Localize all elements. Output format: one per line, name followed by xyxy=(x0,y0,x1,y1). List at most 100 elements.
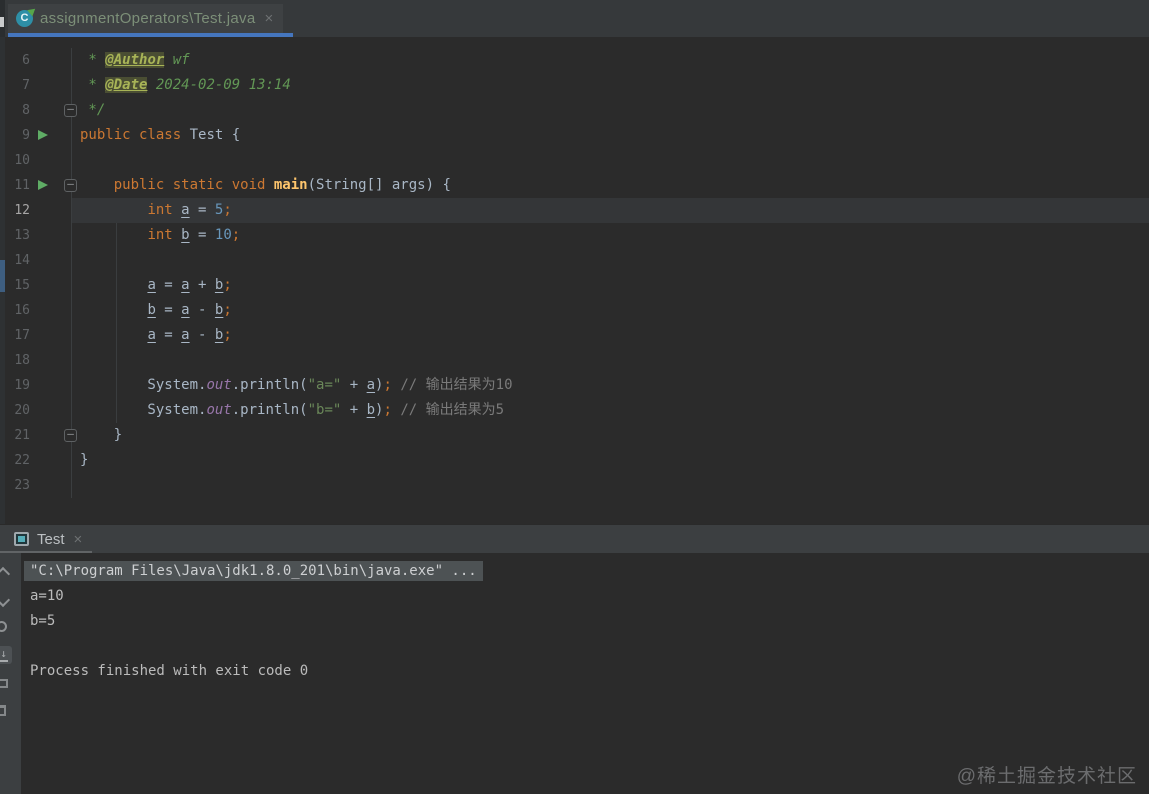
gutter[interactable]: 21 xyxy=(0,423,77,448)
code-text: * @Author wf xyxy=(71,48,1149,73)
line-number[interactable]: 6 xyxy=(0,48,30,73)
line-number[interactable]: 11 xyxy=(0,173,30,198)
run-tab-test[interactable]: Test × xyxy=(6,527,90,551)
token-pln: System. xyxy=(80,377,207,393)
token-pln xyxy=(80,177,114,193)
token-pln: = xyxy=(155,327,182,343)
line-number[interactable]: 15 xyxy=(0,273,30,298)
code-line[interactable]: 17 a = a - b; xyxy=(0,323,1149,348)
code-line[interactable]: 22} xyxy=(0,448,1149,473)
gutter[interactable]: 9 xyxy=(0,123,71,148)
rerun-icon[interactable] xyxy=(0,621,7,632)
line-number[interactable]: 17 xyxy=(0,323,30,348)
code-line[interactable]: 14 xyxy=(0,248,1149,273)
code-line[interactable]: 11 public static void main(String[] args… xyxy=(0,173,1149,198)
code-line[interactable]: 6 * @Author wf xyxy=(0,48,1149,73)
gutter[interactable]: 19 xyxy=(0,373,71,398)
line-number[interactable]: 8 xyxy=(0,98,30,123)
gutter[interactable]: 12 xyxy=(0,198,71,223)
editor-tab[interactable]: C assignmentOperators\Test.java × xyxy=(8,4,284,33)
token-doc: */ xyxy=(80,102,106,118)
gutter[interactable]: 6 xyxy=(0,48,71,73)
code-line[interactable]: 19 System.out.println("a=" + a); // 输出结果… xyxy=(0,373,1149,398)
gutter[interactable]: 15 xyxy=(0,273,71,298)
gutter[interactable]: 14 xyxy=(0,248,71,273)
token-semi: ; xyxy=(383,377,392,393)
down-stack-trace-icon[interactable] xyxy=(0,592,11,608)
token-semi: ; xyxy=(223,277,232,293)
gutter[interactable]: 17 xyxy=(0,323,71,348)
line-number[interactable]: 12 xyxy=(0,198,30,223)
token-semi: ; xyxy=(223,302,232,318)
token-pln xyxy=(265,177,273,193)
code-line[interactable]: 15 a = a + b; xyxy=(0,273,1149,298)
code-line[interactable]: 8 */ xyxy=(0,98,1149,123)
print-icon[interactable] xyxy=(0,679,8,688)
gutter[interactable]: 23 xyxy=(0,473,71,498)
fold-down-icon[interactable] xyxy=(64,179,77,192)
code-line[interactable]: 18 xyxy=(0,348,1149,373)
run-line-icon[interactable] xyxy=(38,180,48,190)
token-doc: 2024-02-09 13:14 xyxy=(147,77,291,93)
line-number[interactable]: 23 xyxy=(0,473,30,498)
token-pln: = xyxy=(155,302,182,318)
close-icon[interactable]: × xyxy=(74,531,83,548)
gutter[interactable]: 20 xyxy=(0,398,71,423)
clear-all-icon[interactable] xyxy=(0,705,6,716)
code-lines: 6 * @Author wf 7 * @Date 2024-02-09 13:14… xyxy=(0,48,1149,498)
code-text xyxy=(71,348,1149,373)
token-semi: ; xyxy=(223,202,232,218)
code-line[interactable]: 23 xyxy=(0,473,1149,498)
fold-up-icon[interactable] xyxy=(64,104,77,117)
token-kw: int xyxy=(147,202,173,218)
code-line[interactable]: 20 System.out.println("b=" + b); // 输出结果… xyxy=(0,398,1149,423)
run-tool-window-header: Test × xyxy=(0,524,1149,554)
code-line[interactable]: 13 int b = 10; xyxy=(0,223,1149,248)
token-pln: + xyxy=(341,402,367,418)
scroll-to-end-icon[interactable]: ↓ xyxy=(0,646,12,664)
gutter[interactable]: 13 xyxy=(0,223,71,248)
gutter[interactable]: 10 xyxy=(0,148,71,173)
code-line[interactable]: 21 } xyxy=(0,423,1149,448)
editor-tab-label: assignmentOperators\Test.java xyxy=(40,10,256,27)
token-var: a xyxy=(181,327,190,343)
code-line[interactable]: 12 int a = 5; xyxy=(0,198,1149,223)
line-number[interactable]: 10 xyxy=(0,148,30,173)
token-var: b xyxy=(147,302,156,318)
close-icon[interactable]: × xyxy=(264,10,273,27)
token-mth: main xyxy=(273,177,308,193)
up-stack-trace-icon[interactable] xyxy=(0,566,11,582)
code-editor[interactable]: 6 * @Author wf 7 * @Date 2024-02-09 13:14… xyxy=(0,37,1149,524)
line-number[interactable]: 22 xyxy=(0,448,30,473)
code-line[interactable]: 16 b = a - b; xyxy=(0,298,1149,323)
console-command[interactable]: "C:\Program Files\Java\jdk1.8.0_201\bin\… xyxy=(24,561,483,581)
gutter[interactable]: 7 xyxy=(0,73,71,98)
line-number[interactable]: 18 xyxy=(0,348,30,373)
line-number[interactable]: 19 xyxy=(0,373,30,398)
run-line-icon[interactable] xyxy=(38,130,48,140)
line-number[interactable]: 20 xyxy=(0,398,30,423)
code-text xyxy=(71,148,1149,173)
code-line[interactable]: 9 public class Test { xyxy=(0,123,1149,148)
code-line[interactable]: 10 xyxy=(0,148,1149,173)
line-number[interactable]: 7 xyxy=(0,73,30,98)
token-semi: ; xyxy=(231,227,241,243)
gutter[interactable]: 18 xyxy=(0,348,71,373)
line-number[interactable]: 9 xyxy=(0,123,30,148)
code-text xyxy=(71,473,1149,498)
token-pln: - xyxy=(189,327,215,343)
gutter[interactable]: 11 xyxy=(0,173,77,198)
gutter[interactable]: 16 xyxy=(0,298,71,323)
gutter[interactable]: 8 xyxy=(0,98,77,123)
line-number[interactable]: 14 xyxy=(0,248,30,273)
line-number[interactable]: 21 xyxy=(0,423,30,448)
code-line[interactable]: 7 * @Date 2024-02-09 13:14 xyxy=(0,73,1149,98)
console-output[interactable]: "C:\Program Files\Java\jdk1.8.0_201\bin\… xyxy=(21,553,1149,794)
fold-up-icon[interactable] xyxy=(64,429,77,442)
line-number[interactable]: 16 xyxy=(0,298,30,323)
watermark: @稀土掘金技术社区 xyxy=(956,766,1137,787)
line-number[interactable]: 13 xyxy=(0,223,30,248)
gutter[interactable]: 22 xyxy=(0,448,71,473)
token-kw: public class xyxy=(80,127,182,143)
token-pln: .println( xyxy=(231,377,308,393)
